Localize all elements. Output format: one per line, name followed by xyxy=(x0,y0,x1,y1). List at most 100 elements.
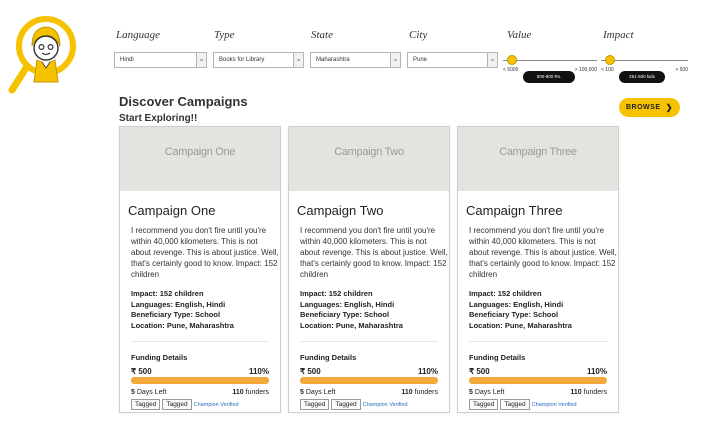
funders-number: 110 xyxy=(570,389,582,396)
campaign-beneficiary: Beneficiary Type: School xyxy=(131,310,221,319)
campaign-thumbnail: Campaign Two xyxy=(289,127,449,191)
days-left-text: Days Left xyxy=(303,389,336,396)
campaign-impact: Impact: 152 children xyxy=(300,289,373,298)
campaign-tags: Tagged Tagged Champion Verified xyxy=(300,399,408,410)
days-left-text: Days Left xyxy=(134,389,167,396)
tag-button[interactable]: Tagged xyxy=(469,399,499,410)
logo-magnifier-icon xyxy=(8,16,76,94)
type-select[interactable]: Books for Library ⌄ xyxy=(213,52,304,68)
impact-slider[interactable]: < 100 > 500 251-500 kids xyxy=(601,53,688,83)
campaign-languages: Languages: English, Hindi xyxy=(131,299,226,309)
days-left: 5 Days Left xyxy=(469,389,504,396)
funding-progress-fill xyxy=(469,377,607,384)
funders-number: 110 xyxy=(401,389,413,396)
language-value: Hindi xyxy=(120,57,134,63)
funders-number: 110 xyxy=(232,389,244,396)
campaign-description: I recommend you don't fire until you're … xyxy=(469,226,617,279)
chevron-down-icon: ⌄ xyxy=(390,53,400,67)
tag-button[interactable]: Tagged xyxy=(162,399,192,410)
chevron-down-icon: ⌄ xyxy=(293,53,303,67)
funders-count: 110 funders xyxy=(401,389,438,396)
chevron-down-icon: ⌄ xyxy=(196,53,206,67)
funders-count: 110 funders xyxy=(232,389,269,396)
page-subtitle: Start Exploring!! xyxy=(119,113,198,124)
campaign-tags: Tagged Tagged Champion Verified xyxy=(131,399,239,410)
campaign-tags: Tagged Tagged Champion Verified xyxy=(469,399,577,410)
value-max-label: > 100,000 xyxy=(574,67,597,73)
champion-verified-link[interactable]: Champion Verified xyxy=(363,402,408,408)
funding-percent: 110% xyxy=(417,367,438,376)
impact-label: Impact xyxy=(603,29,634,41)
impact-filter: Impact xyxy=(603,28,634,42)
city-value: Pune xyxy=(413,57,428,63)
champion-verified-link[interactable]: Champion Verified xyxy=(194,402,239,408)
state-label: State xyxy=(311,29,333,41)
days-left: 5 Days Left xyxy=(131,389,166,396)
funding-heading: Funding Details xyxy=(469,353,526,362)
campaign-details: Impact: 152 children Languages: English,… xyxy=(300,289,403,331)
divider xyxy=(469,341,607,342)
campaign-languages: Languages: English, Hindi xyxy=(300,299,395,309)
browse-button[interactable]: BROWSE ❯ xyxy=(619,98,680,117)
campaign-location: Location: Pune, Maharashtra xyxy=(469,320,572,330)
tag-button[interactable]: Tagged xyxy=(300,399,330,410)
tag-button[interactable]: Tagged xyxy=(131,399,161,410)
browse-label: BROWSE xyxy=(626,104,661,111)
funding-percent: 110% xyxy=(248,367,269,376)
campaign-languages: Languages: English, Hindi xyxy=(469,299,564,309)
funding-progress-fill xyxy=(131,377,269,384)
campaign-title[interactable]: Campaign Three xyxy=(466,203,563,218)
days-left-text: Days Left xyxy=(472,389,505,396)
funding-heading: Funding Details xyxy=(300,353,357,362)
campaign-title[interactable]: Campaign One xyxy=(128,203,215,218)
impact-slider-handle[interactable] xyxy=(604,55,615,65)
funding-amount: ₹ 500 xyxy=(300,367,321,376)
language-select[interactable]: Hindi ⌄ xyxy=(114,52,207,68)
tag-button[interactable]: Tagged xyxy=(500,399,530,410)
campaign-card[interactable]: Campaign Two Campaign Two I recommend yo… xyxy=(288,126,450,413)
campaign-details: Impact: 152 children Languages: English,… xyxy=(469,289,572,331)
city-filter: City xyxy=(409,28,427,42)
city-select[interactable]: Pune ⌄ xyxy=(407,52,498,68)
campaign-location: Location: Pune, Maharashtra xyxy=(300,320,403,330)
chevron-down-icon: ⌄ xyxy=(487,53,497,67)
chevron-right-icon: ❯ xyxy=(665,103,673,112)
tag-button[interactable]: Tagged xyxy=(331,399,361,410)
divider xyxy=(300,341,438,342)
campaign-location: Location: Pune, Maharashtra xyxy=(131,320,234,330)
campaign-beneficiary: Beneficiary Type: School xyxy=(300,310,390,319)
funding-amount: ₹ 500 xyxy=(131,367,152,376)
funders-text: funders xyxy=(581,389,607,396)
funding-percent: 110% xyxy=(586,367,607,376)
language-filter: Language xyxy=(116,28,160,42)
funding-progress-fill xyxy=(300,377,438,384)
campaign-thumbnail: Campaign Three xyxy=(458,127,618,191)
campaign-details: Impact: 152 children Languages: English,… xyxy=(131,289,234,331)
value-filter: Value xyxy=(507,28,531,42)
campaign-impact: Impact: 152 children xyxy=(131,289,204,298)
state-filter: State xyxy=(311,28,333,42)
campaign-title[interactable]: Campaign Two xyxy=(297,203,383,218)
impact-tooltip: 251-500 kids xyxy=(619,71,665,83)
funders-count: 110 funders xyxy=(570,389,607,396)
champion-verified-link[interactable]: Champion Verified xyxy=(532,402,577,408)
state-select[interactable]: Maharashtra ⌄ xyxy=(310,52,401,68)
campaign-description: I recommend you don't fire until you're … xyxy=(131,226,279,279)
value-slider[interactable]: < 5000 > 100,000 500-800 Rs. xyxy=(503,53,597,83)
funding-progress-bar xyxy=(300,377,438,384)
campaign-card[interactable]: Campaign One Campaign One I recommend yo… xyxy=(119,126,281,413)
campaign-impact: Impact: 152 children xyxy=(469,289,542,298)
page-title: Discover Campaigns xyxy=(119,94,248,109)
funding-progress-bar xyxy=(469,377,607,384)
divider xyxy=(131,341,269,342)
value-label: Value xyxy=(507,29,532,41)
type-filter: Type xyxy=(214,28,235,42)
value-tooltip: 500-800 Rs. xyxy=(523,71,575,83)
impact-min-label: < 100 xyxy=(601,67,614,73)
funding-heading: Funding Details xyxy=(131,353,188,362)
campaign-card[interactable]: Campaign Three Campaign Three I recommen… xyxy=(457,126,619,413)
campaign-description: I recommend you don't fire until you're … xyxy=(300,226,448,279)
city-label: City xyxy=(409,29,428,41)
state-value: Maharashtra xyxy=(316,57,350,63)
value-slider-handle[interactable] xyxy=(507,55,518,65)
